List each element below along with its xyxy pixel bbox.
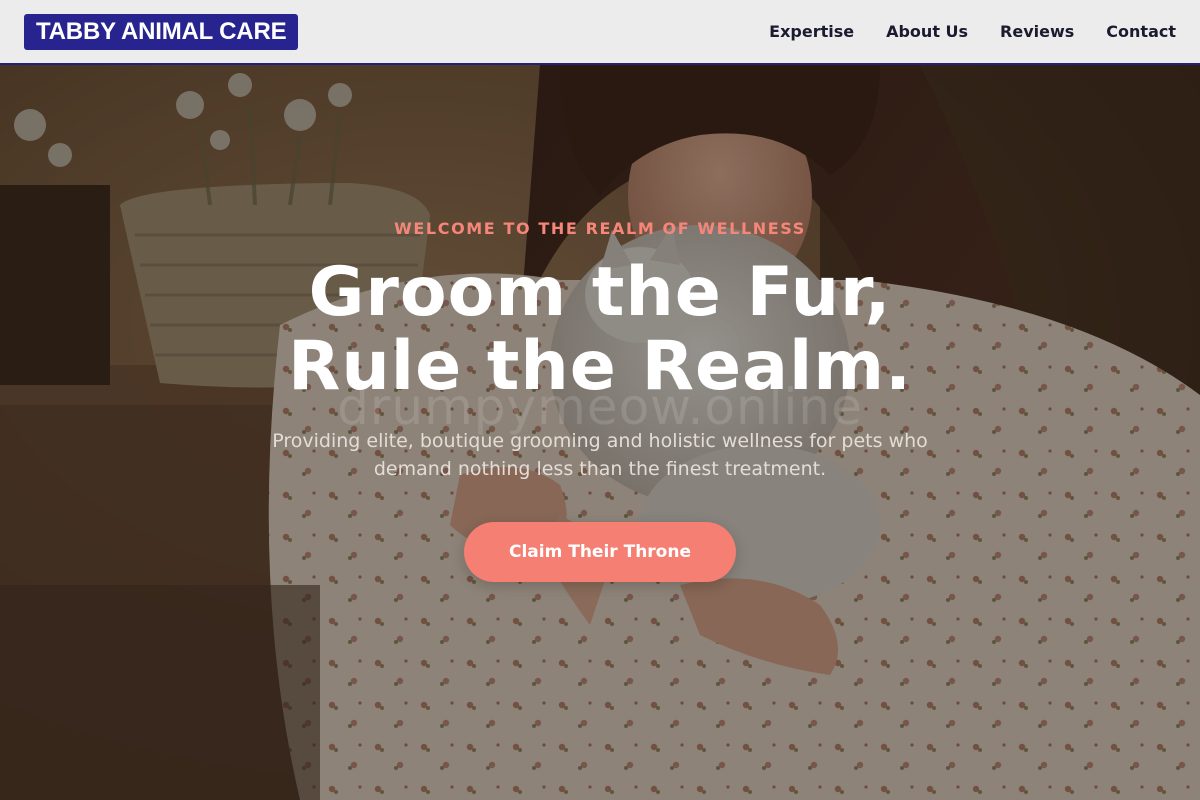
hero-subtext: Providing elite, boutique grooming and h… bbox=[272, 430, 928, 480]
site-header: TABBY ANIMAL CARE Expertise About Us Rev… bbox=[0, 0, 1200, 65]
brand-logo[interactable]: TABBY ANIMAL CARE bbox=[24, 14, 299, 50]
nav-link-contact[interactable]: Contact bbox=[1106, 22, 1176, 41]
hero-content: WELCOME TO THE REALM OF WELLNESS Groom t… bbox=[0, 0, 1200, 800]
hero-headline-line1: Groom the Fur, bbox=[308, 253, 892, 332]
claim-throne-button[interactable]: Claim Their Throne bbox=[464, 522, 736, 582]
main-nav: Expertise About Us Reviews Contact bbox=[737, 0, 1176, 63]
nav-link-reviews[interactable]: Reviews bbox=[1000, 22, 1074, 41]
nav-link-expertise[interactable]: Expertise bbox=[769, 22, 854, 41]
hero-eyebrow: WELCOME TO THE REALM OF WELLNESS bbox=[394, 219, 806, 238]
landing-page: TABBY ANIMAL CARE Expertise About Us Rev… bbox=[0, 0, 1200, 800]
nav-link-about-us[interactable]: About Us bbox=[886, 22, 968, 41]
